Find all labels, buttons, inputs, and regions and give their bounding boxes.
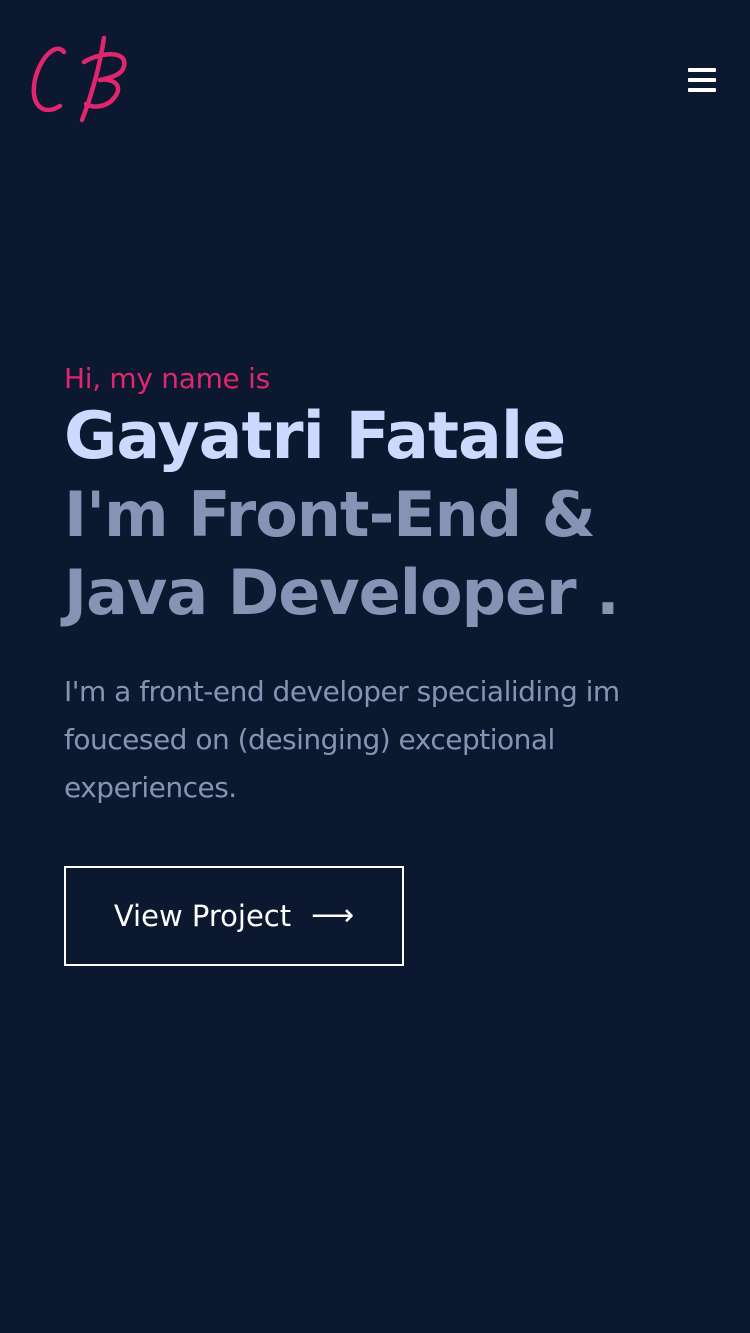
- view-project-button[interactable]: View Project ⟶: [64, 866, 404, 966]
- menu-bar: [688, 88, 716, 92]
- cb-logo-icon: [31, 35, 127, 123]
- hero-description: I'm a front-end developer specialiding i…: [64, 675, 620, 804]
- hamburger-menu-icon[interactable]: [684, 64, 720, 96]
- greeting-text: Hi, my name is: [64, 362, 270, 395]
- hero-section: Hi, my name is Gayatri Fatale I'm Front-…: [64, 360, 704, 812]
- hero-name: Gayatri Fatale: [64, 399, 566, 474]
- menu-bar: [688, 68, 716, 72]
- menu-bar: [688, 78, 716, 82]
- arrow-right-icon: ⟶: [311, 898, 355, 933]
- hero-role: I'm Front-End & Java Developer .: [64, 476, 704, 632]
- role-line-1: I'm Front-End &: [64, 478, 596, 551]
- view-project-label: View Project: [113, 899, 292, 933]
- site-header: [0, 0, 750, 130]
- role-line-2: Java Developer .: [64, 556, 620, 629]
- logo[interactable]: [30, 34, 136, 126]
